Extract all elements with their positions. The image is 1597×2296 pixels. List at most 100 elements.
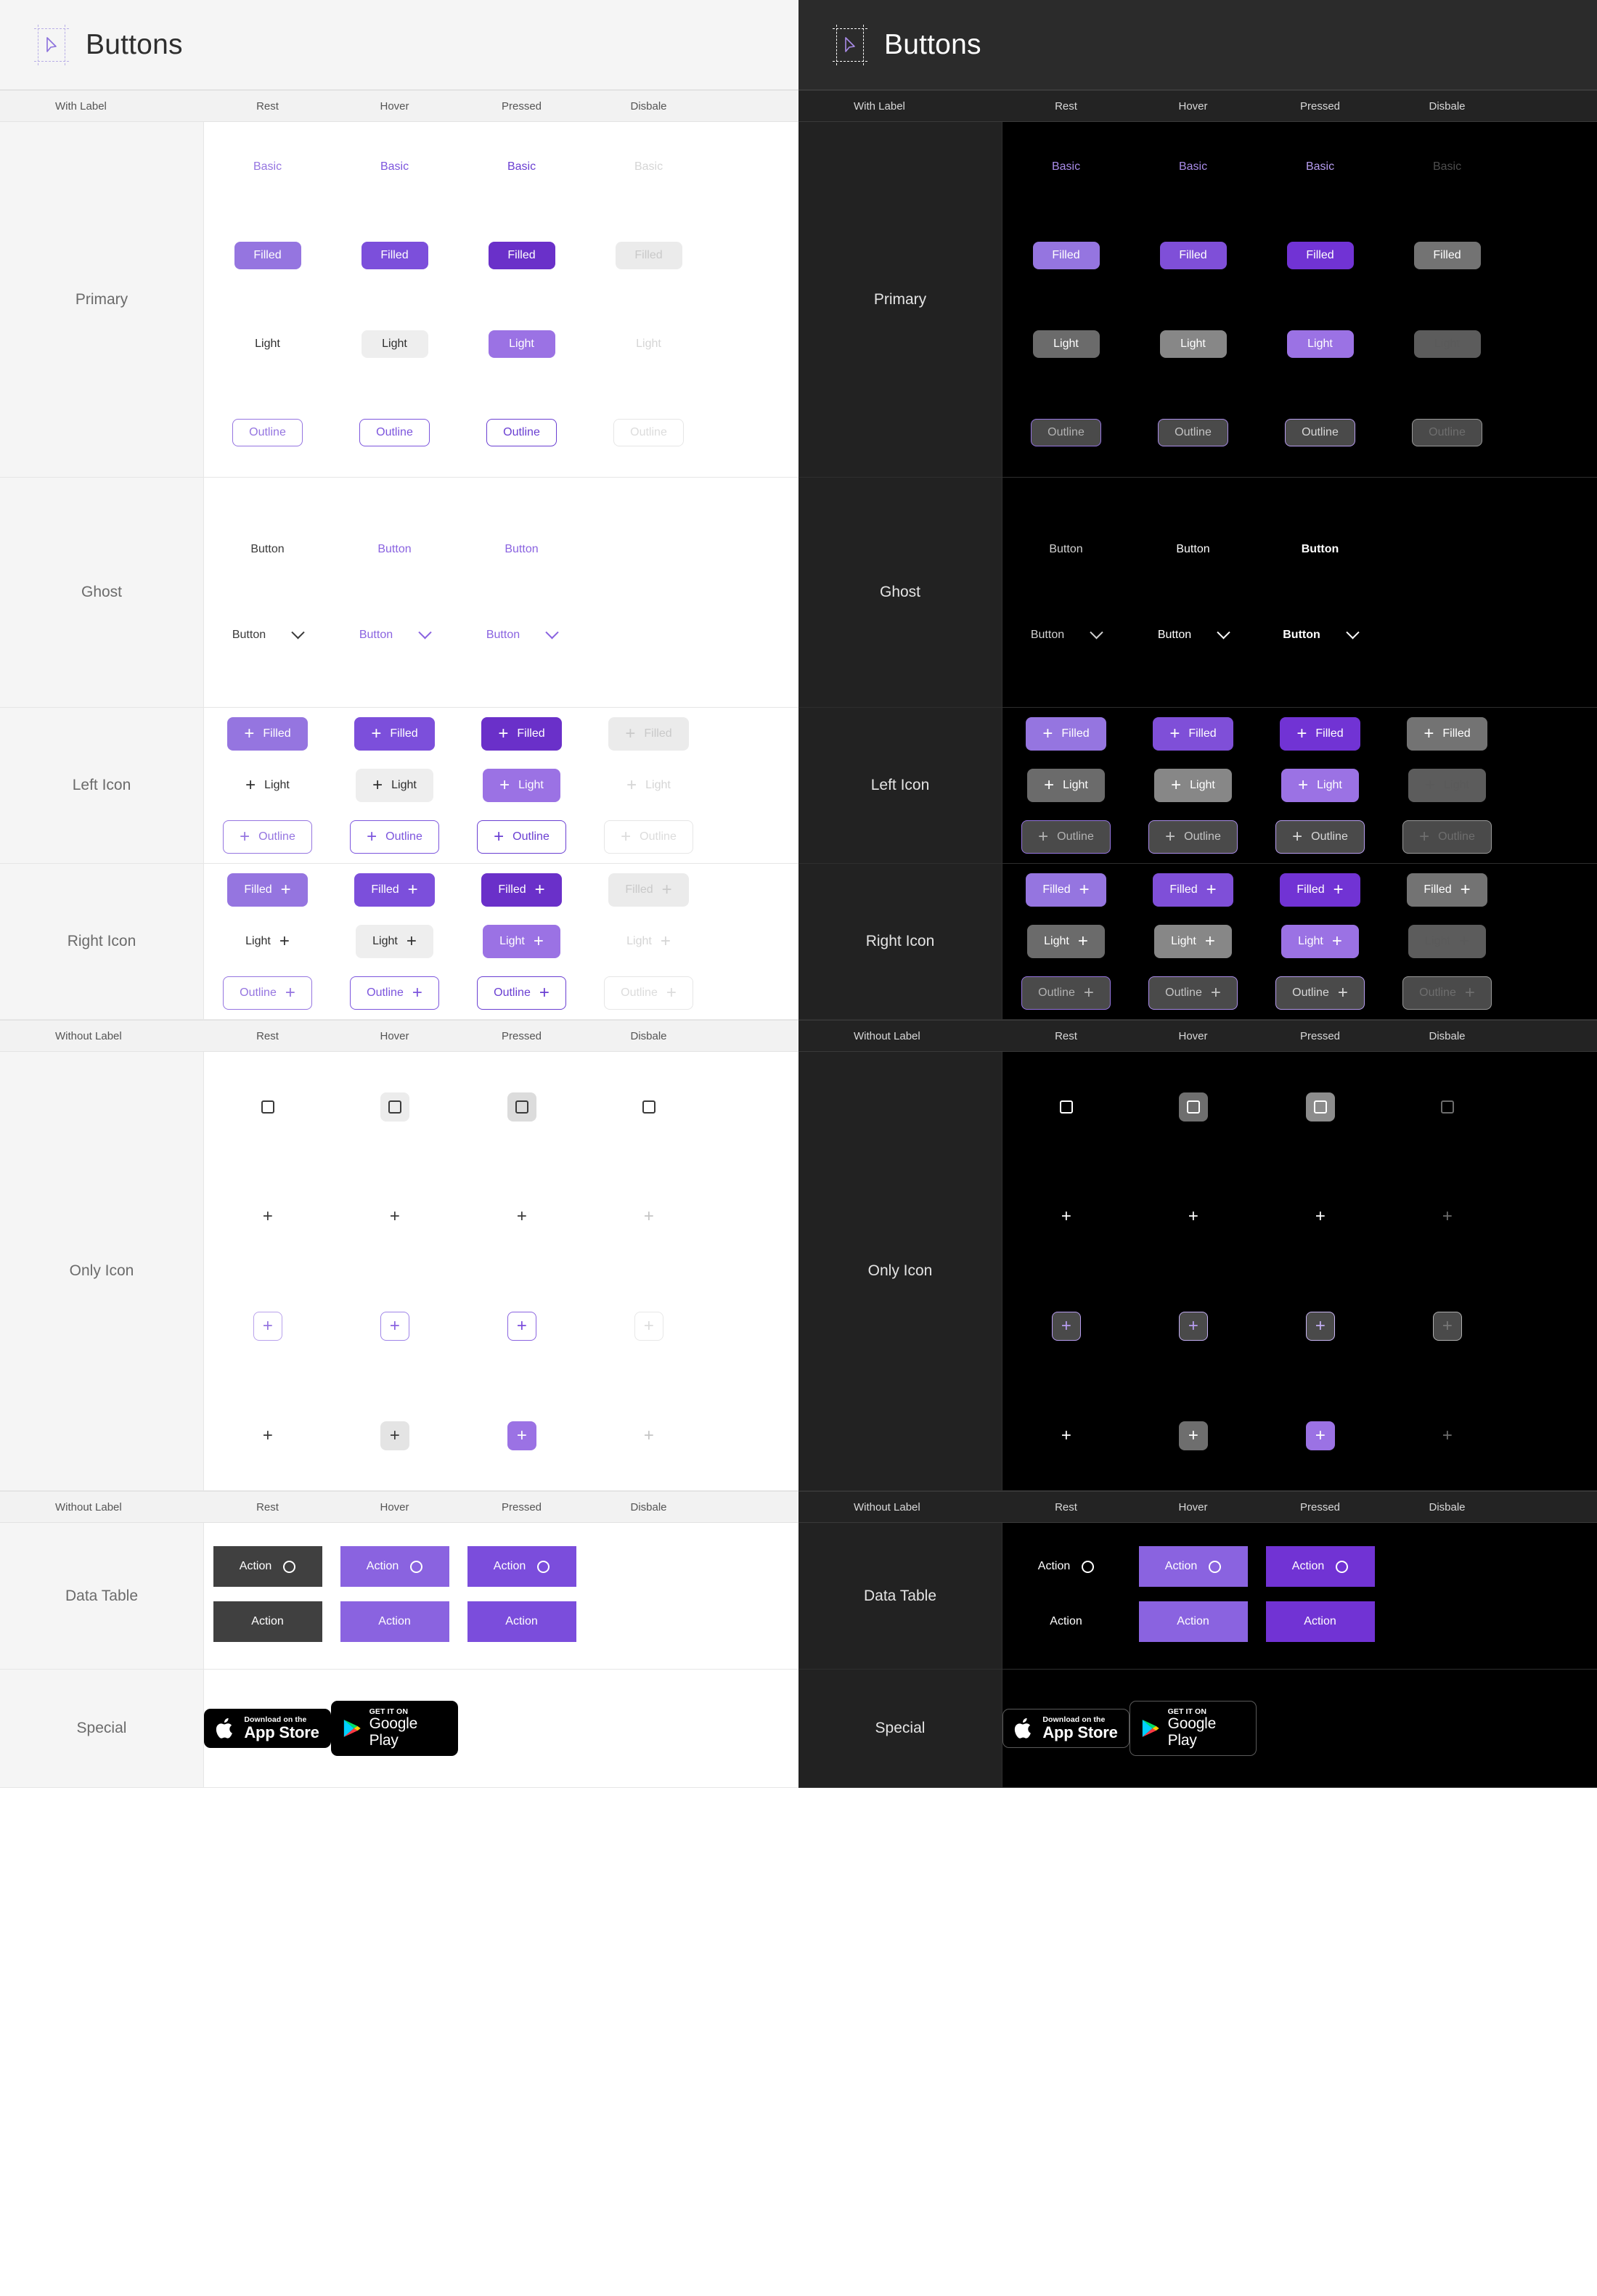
btn-ghost-rest[interactable]: Button [1032, 536, 1099, 563]
btn-lefticon-light-hover[interactable]: + Light [1154, 769, 1232, 802]
datatable-action-hover[interactable]: Action [340, 1546, 449, 1587]
datatable-plain-pressed[interactable]: Action [1265, 1601, 1375, 1642]
datatable-plain-rest[interactable]: Action [1012, 1601, 1121, 1642]
dropdown-ghost-rest[interactable]: Button [1031, 625, 1103, 642]
iconbtn-outline-plus-hover[interactable]: + [380, 1311, 409, 1341]
btn-righticon-outline-hover[interactable]: Outline + [1148, 976, 1238, 1010]
datatable-plain-pressed[interactable]: Action [467, 1601, 576, 1642]
btn-righticon-outline-rest[interactable]: Outline + [1021, 976, 1111, 1010]
datatable-action-rest[interactable]: Action [213, 1546, 322, 1587]
btn-righticon-filled-hover[interactable]: Filled + [354, 873, 435, 907]
btn-outline-rest[interactable]: Outline [232, 418, 303, 446]
btn-righticon-outline-pressed[interactable]: Outline + [1275, 976, 1365, 1010]
btn-lefticon-light-pressed[interactable]: + Light [483, 769, 560, 802]
iconbtn-square-hover[interactable] [1178, 1092, 1208, 1122]
iconbtn-square-pressed[interactable] [1305, 1092, 1335, 1122]
iconbtn-outline-plus-rest[interactable]: + [253, 1311, 282, 1341]
btn-outline-pressed[interactable]: Outline [486, 418, 557, 446]
btn-righticon-filled-pressed[interactable]: Filled + [1280, 873, 1360, 907]
iconbtn-outline-plus-hover[interactable]: + [1178, 1311, 1208, 1341]
iconbtn-square-pressed[interactable] [507, 1092, 536, 1122]
btn-righticon-light-rest[interactable]: Light + [229, 925, 306, 958]
btn-righticon-light-hover[interactable]: Light + [1154, 925, 1232, 958]
iconbtn-plus-rest[interactable]: + [253, 1202, 282, 1231]
dropdown-ghost-hover[interactable]: Button [359, 625, 432, 642]
btn-ghost-hover[interactable]: Button [1159, 536, 1226, 563]
googleplay-badge[interactable]: GET IT ON Google Play [331, 1701, 458, 1756]
btn-righticon-light-pressed[interactable]: Light + [483, 925, 560, 958]
appstore-badge[interactable]: Download on the App Store [1002, 1708, 1130, 1749]
iconbtn-square-hover[interactable] [380, 1092, 409, 1122]
btn-lefticon-filled-rest[interactable]: + Filled [227, 717, 308, 751]
btn-lefticon-light-hover[interactable]: + Light [356, 769, 433, 802]
datatable-action-hover[interactable]: Action [1138, 1546, 1248, 1587]
btn-filled-pressed[interactable]: Filled [488, 241, 555, 269]
btn-righticon-outline-hover[interactable]: Outline + [350, 976, 439, 1010]
iconbtn-filled-plus-rest[interactable]: + [253, 1421, 282, 1450]
iconbtn-square-rest[interactable] [1052, 1092, 1081, 1122]
btn-lefticon-filled-hover[interactable]: + Filled [354, 717, 435, 751]
btn-lefticon-outline-hover[interactable]: + Outline [350, 820, 439, 854]
iconbtn-square-rest[interactable] [253, 1092, 282, 1122]
dropdown-ghost-rest[interactable]: Button [232, 625, 305, 642]
btn-ghost-pressed[interactable]: Button [488, 536, 555, 563]
btn-righticon-outline-rest[interactable]: Outline + [223, 976, 312, 1010]
dropdown-ghost-hover[interactable]: Button [1158, 625, 1230, 642]
btn-lefticon-outline-rest[interactable]: + Outline [223, 820, 312, 854]
btn-lefticon-outline-rest[interactable]: + Outline [1021, 820, 1111, 854]
datatable-plain-hover[interactable]: Action [340, 1601, 449, 1642]
iconbtn-filled-plus-pressed[interactable]: + [1305, 1421, 1335, 1450]
dropdown-ghost-pressed[interactable]: Button [486, 625, 559, 642]
datatable-action-pressed[interactable]: Action [467, 1546, 576, 1587]
btn-lefticon-light-pressed[interactable]: + Light [1281, 769, 1359, 802]
btn-basic-pressed[interactable]: Basic [489, 153, 555, 181]
btn-righticon-filled-rest[interactable]: Filled + [227, 873, 308, 907]
btn-righticon-filled-pressed[interactable]: Filled + [481, 873, 562, 907]
iconbtn-outline-plus-pressed[interactable]: + [1305, 1311, 1335, 1341]
btn-righticon-filled-rest[interactable]: Filled + [1026, 873, 1106, 907]
btn-light-pressed[interactable]: Light [1286, 330, 1354, 358]
btn-light-hover[interactable]: Light [361, 330, 428, 358]
iconbtn-plus-hover[interactable]: + [1179, 1202, 1208, 1231]
btn-righticon-outline-pressed[interactable]: Outline + [477, 976, 566, 1010]
iconbtn-plus-pressed[interactable]: + [1306, 1202, 1335, 1231]
iconbtn-plus-rest[interactable]: + [1052, 1202, 1081, 1231]
btn-light-hover[interactable]: Light [1159, 330, 1227, 358]
btn-filled-rest[interactable]: Filled [234, 241, 301, 269]
btn-filled-hover[interactable]: Filled [361, 241, 428, 269]
btn-righticon-light-hover[interactable]: Light + [356, 925, 433, 958]
iconbtn-filled-plus-pressed[interactable]: + [507, 1421, 536, 1450]
btn-basic-rest[interactable]: Basic [234, 153, 301, 181]
btn-basic-hover[interactable]: Basic [1160, 153, 1227, 181]
btn-light-pressed[interactable]: Light [488, 330, 555, 358]
btn-filled-pressed[interactable]: Filled [1286, 241, 1354, 269]
btn-basic-pressed[interactable]: Basic [1287, 153, 1354, 181]
googleplay-badge[interactable]: GET IT ON Google Play [1130, 1701, 1257, 1756]
iconbtn-plus-pressed[interactable]: + [507, 1202, 536, 1231]
btn-lefticon-light-rest[interactable]: + Light [229, 769, 306, 802]
iconbtn-filled-plus-hover[interactable]: + [1178, 1421, 1208, 1450]
btn-ghost-pressed[interactable]: Button [1285, 536, 1356, 563]
btn-basic-hover[interactable]: Basic [362, 153, 428, 181]
btn-light-rest[interactable]: Light [234, 330, 301, 358]
iconbtn-outline-plus-pressed[interactable]: + [507, 1311, 536, 1341]
btn-light-rest[interactable]: Light [1032, 330, 1100, 358]
datatable-plain-hover[interactable]: Action [1138, 1601, 1248, 1642]
btn-righticon-light-pressed[interactable]: Light + [1281, 925, 1359, 958]
iconbtn-filled-plus-hover[interactable]: + [380, 1421, 409, 1450]
btn-ghost-hover[interactable]: Button [361, 536, 428, 563]
iconbtn-filled-plus-rest[interactable]: + [1052, 1421, 1081, 1450]
btn-filled-rest[interactable]: Filled [1032, 241, 1100, 269]
btn-lefticon-filled-hover[interactable]: + Filled [1153, 717, 1233, 751]
btn-ghost-rest[interactable]: Button [234, 536, 301, 563]
btn-outline-hover[interactable]: Outline [359, 418, 430, 446]
btn-lefticon-filled-pressed[interactable]: + Filled [481, 717, 562, 751]
btn-filled-hover[interactable]: Filled [1159, 241, 1227, 269]
iconbtn-plus-hover[interactable]: + [380, 1202, 409, 1231]
btn-righticon-light-rest[interactable]: Light + [1027, 925, 1105, 958]
dropdown-ghost-pressed[interactable]: Button [1283, 625, 1360, 642]
btn-lefticon-outline-pressed[interactable]: + Outline [477, 820, 566, 854]
datatable-action-pressed[interactable]: Action [1265, 1546, 1375, 1587]
btn-lefticon-filled-pressed[interactable]: + Filled [1280, 717, 1360, 751]
btn-basic-rest[interactable]: Basic [1033, 153, 1100, 181]
